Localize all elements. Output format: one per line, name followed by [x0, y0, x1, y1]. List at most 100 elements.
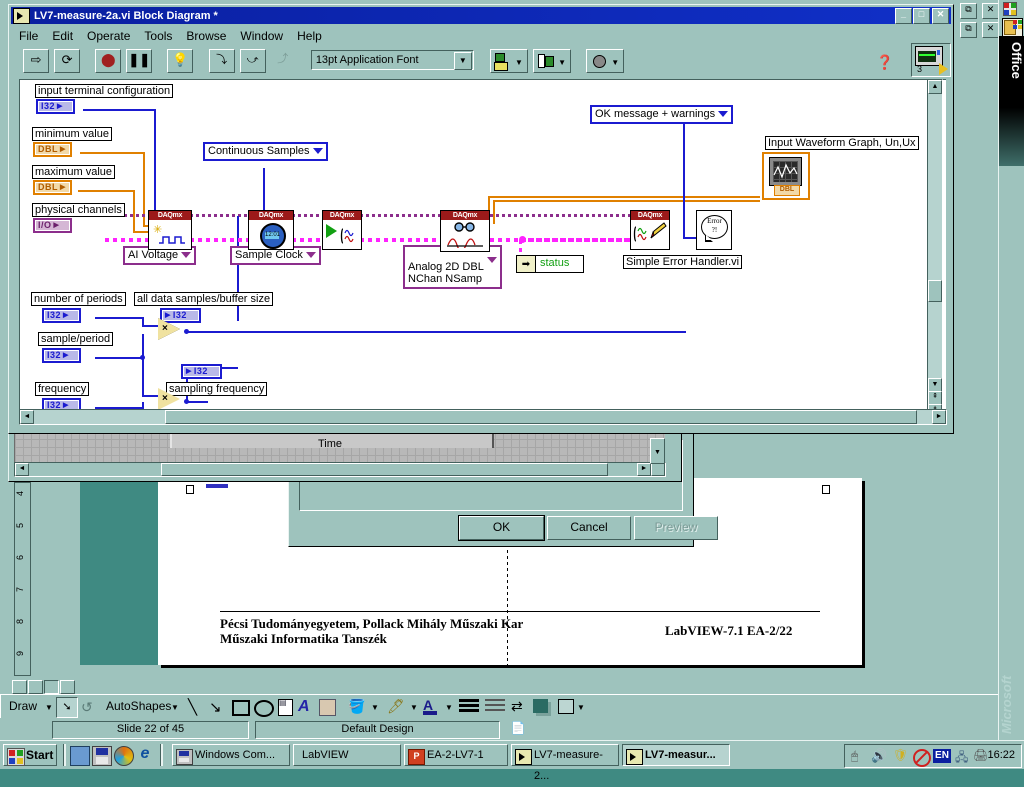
slide-placeholder-handle[interactable]: [186, 485, 194, 494]
scroll-left-arrow[interactable]: ◄: [20, 410, 34, 424]
internet-explorer-icon[interactable]: e: [136, 745, 154, 764]
draw-menu[interactable]: Draw: [9, 699, 37, 713]
abort-execution-icon[interactable]: ⬤: [95, 49, 122, 73]
scroll-left-arrow[interactable]: ◄: [15, 463, 29, 476]
pause-icon[interactable]: ❚❚: [126, 49, 153, 73]
distribute-objects-icon[interactable]: ▼: [533, 49, 571, 73]
terminal-number-of-periods[interactable]: I32 ▶: [42, 308, 81, 323]
ring-ok-message-warnings[interactable]: OK message + warnings: [590, 105, 734, 124]
slide-placeholder-handle[interactable]: [822, 485, 830, 494]
maximize-button[interactable]: □: [913, 7, 930, 24]
fp-bottom-scrollbar[interactable]: ◄ ►: [14, 462, 666, 477]
multiply-node[interactable]: ×: [158, 318, 182, 342]
context-help-icon[interactable]: ❓: [873, 52, 897, 74]
ring-continuous-samples[interactable]: Continuous Samples: [203, 142, 328, 161]
scroll-right-arrow[interactable]: ►: [932, 410, 946, 424]
simple-error-handler-node[interactable]: Error ?!: [696, 210, 732, 250]
media-player-icon[interactable]: [114, 746, 134, 766]
highlight-execution-icon[interactable]: 💡: [167, 49, 194, 73]
minimize-button[interactable]: _: [895, 7, 912, 24]
menu-edit[interactable]: Edit: [45, 27, 80, 45]
block-diagram-canvas[interactable]: input terminal configuration I32 ▶ minimu…: [19, 79, 946, 418]
insert-clip-art-icon[interactable]: [319, 699, 336, 716]
printer-icon[interactable]: 🖨: [973, 748, 988, 762]
run-arrow-icon[interactable]: ⇨: [23, 49, 50, 73]
chevron-down-icon[interactable]: ▼: [445, 703, 453, 712]
free-rotate-icon[interactable]: ↺: [81, 699, 93, 716]
task-button-windows-com[interactable]: Windows Com...: [172, 744, 290, 766]
save-icon[interactable]: [92, 746, 112, 766]
line-style-icon[interactable]: [459, 699, 479, 713]
fill-color-icon[interactable]: 🪣: [348, 698, 365, 715]
font-selector[interactable]: 13pt Application Font ▼: [310, 50, 474, 70]
chevron-down-icon[interactable]: ▼: [453, 52, 472, 70]
block-icon[interactable]: [913, 749, 931, 767]
restore-button[interactable]: ⧉: [960, 22, 977, 38]
clock[interactable]: 16:22: [987, 749, 1015, 761]
volume-icon[interactable]: 🔊: [871, 748, 887, 764]
office-logo-icon[interactable]: [1003, 2, 1017, 16]
canvas-vertical-scrollbar[interactable]: ▲ ▼ ⇞ ⇟: [927, 79, 943, 419]
scroll-thumb[interactable]: [165, 410, 917, 424]
menu-operate[interactable]: Operate: [80, 27, 137, 45]
resize-grip[interactable]: [651, 463, 665, 476]
step-into-icon[interactable]: ⤵: [208, 49, 235, 73]
menu-browse[interactable]: Browse: [179, 27, 233, 45]
fp-vscroll-down[interactable]: ▼: [650, 438, 665, 464]
status-indicator[interactable]: ➡ status: [516, 255, 584, 273]
terminal-minimum-value[interactable]: DBL ▶: [33, 142, 72, 157]
cancel-button[interactable]: Cancel: [547, 516, 631, 540]
normal-view-icon[interactable]: [12, 680, 27, 694]
network-disconnected-icon[interactable]: 🖧: [955, 748, 968, 769]
terminal-physical-channels[interactable]: I/O ▶: [33, 218, 72, 233]
chevron-down-icon[interactable]: ▼: [171, 703, 179, 712]
slide-view-icon[interactable]: [44, 680, 59, 694]
line-color-icon[interactable]: 🖊: [387, 698, 405, 715]
menu-file[interactable]: File: [12, 27, 45, 45]
canvas-horizontal-scrollbar[interactable]: ◄ ►: [19, 409, 947, 425]
outline-view-icon[interactable]: [28, 680, 43, 694]
scroll-up-arrow[interactable]: ▲: [928, 80, 942, 94]
text-box-icon[interactable]: ▤: [278, 699, 293, 716]
language-indicator[interactable]: EN: [933, 749, 951, 763]
office-bar-handle[interactable]: [999, 0, 1024, 16]
menu-tools[interactable]: Tools: [137, 27, 179, 45]
scroll-right-arrow[interactable]: ►: [637, 463, 651, 476]
menu-window[interactable]: Window: [233, 27, 290, 45]
run-continuous-icon[interactable]: ⟳: [54, 49, 81, 73]
waveform-graph-terminal[interactable]: DBL: [762, 152, 810, 200]
vi-icon-pane[interactable]: 3: [911, 43, 951, 77]
view-buttons[interactable]: [12, 680, 87, 708]
mdi-window-buttons-row2[interactable]: ⧉ ✕: [960, 22, 1000, 38]
scroll-page-up[interactable]: ⇞: [928, 391, 942, 405]
scroll-thumb[interactable]: [928, 280, 942, 302]
office-shortcut-bar[interactable]: Office Microsoft: [998, 0, 1024, 740]
mouse-icon[interactable]: 🖱: [851, 749, 858, 764]
task-button-ea-2-lv7-1[interactable]: P EA-2-LV7-1: [404, 744, 508, 766]
terminal-sampling-frequency[interactable]: ▶ I32: [181, 364, 222, 379]
chevron-down-icon[interactable]: ▼: [371, 703, 379, 712]
rectangle-icon[interactable]: [232, 700, 250, 716]
scroll-down-arrow[interactable]: ▼: [928, 378, 942, 392]
daqmx-start-task-node[interactable]: DAQmx: [322, 210, 362, 250]
close-button[interactable]: ✕: [982, 22, 1000, 38]
arrow-style-icon[interactable]: ⇄: [511, 698, 523, 715]
line-icon[interactable]: ╲: [188, 698, 197, 716]
daqmx-read-node[interactable]: DAQmx: [440, 210, 490, 252]
ok-button[interactable]: OK: [458, 515, 545, 541]
terminal-sample-period[interactable]: I32 ▶: [42, 348, 81, 363]
scroll-thumb[interactable]: [161, 463, 608, 476]
spelling-icon[interactable]: 📄: [506, 721, 530, 737]
close-button[interactable]: ✕: [932, 7, 949, 24]
mdi-window-buttons-row1[interactable]: ⧉ ✕: [960, 3, 1000, 19]
office-folder-icon[interactable]: [1002, 18, 1023, 37]
oval-icon[interactable]: [254, 700, 274, 717]
task-button-lv7-measure-2[interactable]: LV7-measure-2...: [511, 744, 619, 782]
shadow-style-icon[interactable]: [533, 699, 548, 713]
terminal-maximum-value[interactable]: DBL ▶: [33, 180, 72, 195]
daqmx-clear-task-node[interactable]: DAQmx: [630, 210, 670, 250]
scroll-down-arrow[interactable]: ▼: [654, 449, 661, 456]
start-button[interactable]: Start: [3, 744, 57, 766]
terminal-input-terminal-configuration[interactable]: I32 ▶: [36, 99, 75, 114]
select-pointer-icon[interactable]: ➘: [56, 697, 78, 718]
